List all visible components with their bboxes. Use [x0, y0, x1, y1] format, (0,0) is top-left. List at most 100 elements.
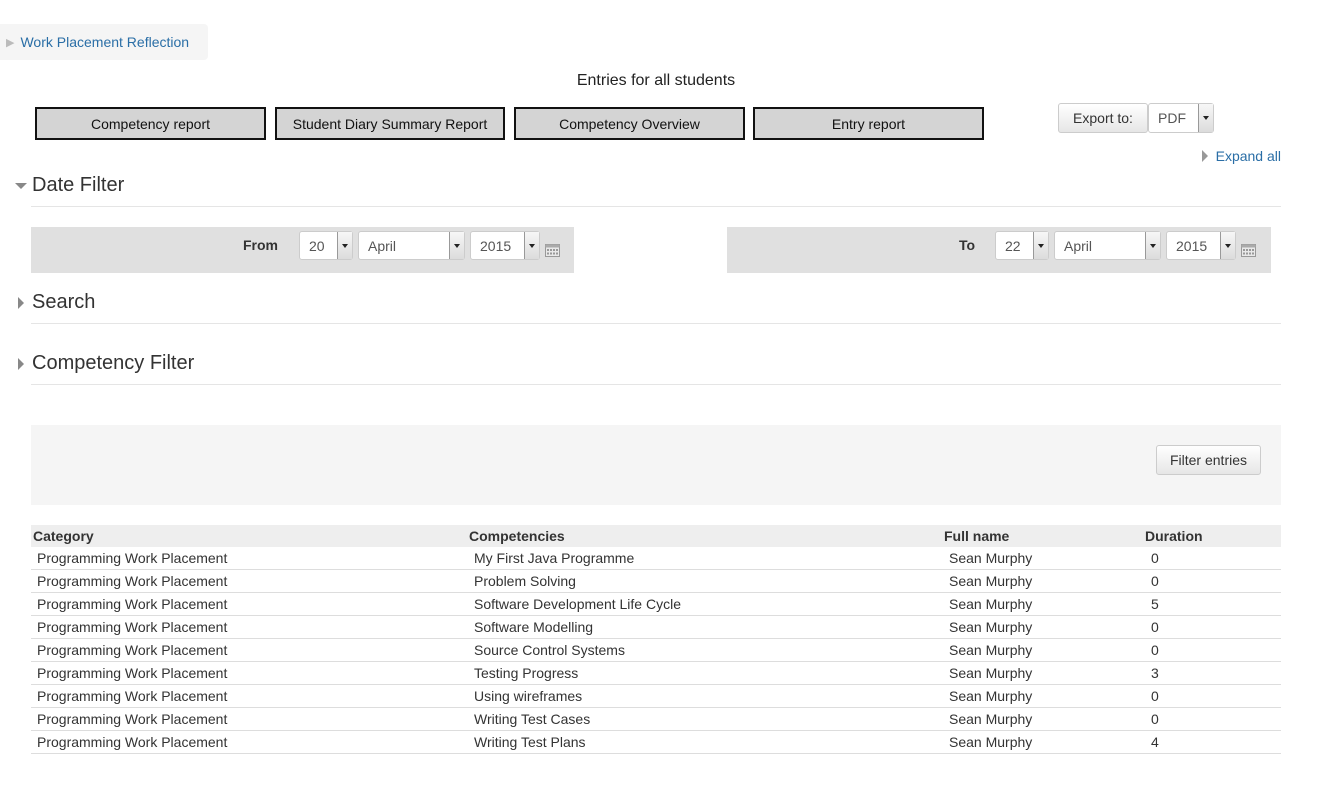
column-header-duration: Duration: [1145, 528, 1203, 544]
cell-full-name: Sean Murphy: [949, 734, 1033, 750]
cell-competency: My First Java Programme: [474, 550, 635, 566]
export-format-value: PDF: [1158, 110, 1186, 126]
cell-duration: 0: [1151, 688, 1159, 704]
cell-category: Programming Work Placement: [37, 711, 228, 727]
date-to-label: To: [959, 237, 976, 253]
column-header-category: Category: [33, 528, 94, 544]
table-row: Programming Work Placement Writing Test P…: [31, 731, 1281, 754]
cell-duration: 3: [1151, 665, 1159, 681]
cell-full-name: Sean Murphy: [949, 550, 1033, 566]
table-header: Category Competencies Full name Duration: [31, 525, 1281, 547]
table-row: Programming Work Placement Writing Test C…: [31, 708, 1281, 731]
from-day-value: 20: [309, 237, 325, 254]
cell-category: Programming Work Placement: [37, 642, 228, 658]
collapse-arrow-icon: [15, 182, 27, 189]
chevron-down-icon: [1033, 232, 1048, 259]
export-button[interactable]: Export to:: [1058, 103, 1148, 133]
cell-category: Programming Work Placement: [37, 573, 228, 589]
export-format-select[interactable]: PDF: [1148, 103, 1214, 133]
cell-full-name: Sean Murphy: [949, 596, 1033, 612]
cell-competency: Problem Solving: [474, 573, 576, 589]
to-year-value: 2015: [1176, 237, 1208, 254]
chevron-down-icon: [337, 232, 352, 259]
chevron-down-icon: [1220, 232, 1235, 259]
student-diary-summary-report-button[interactable]: Student Diary Summary Report: [275, 107, 505, 140]
competency-report-button[interactable]: Competency report: [35, 107, 266, 140]
expand-arrow-icon: [18, 296, 24, 309]
cell-category: Programming Work Placement: [37, 596, 228, 612]
column-header-full-name: Full name: [944, 528, 1010, 544]
table-row: Programming Work Placement Testing Progre…: [31, 662, 1281, 685]
filter-actions-panel: [31, 425, 1281, 505]
cell-full-name: Sean Murphy: [949, 711, 1033, 727]
chevron-down-icon: [1145, 232, 1160, 259]
cell-duration: 4: [1151, 734, 1159, 750]
from-month-select[interactable]: April: [358, 231, 465, 260]
to-day-value: 22: [1005, 237, 1021, 254]
cell-duration: 5: [1151, 596, 1159, 612]
divider: [31, 323, 1281, 324]
table-row: Programming Work Placement Source Control…: [31, 639, 1281, 662]
cell-category: Programming Work Placement: [37, 619, 228, 635]
cell-competency: Software Modelling: [474, 619, 594, 635]
entries-table: Category Competencies Full name Duration…: [31, 525, 1281, 754]
cell-duration: 0: [1151, 619, 1159, 635]
calendar-icon[interactable]: [545, 243, 560, 257]
cell-full-name: Sean Murphy: [949, 665, 1033, 681]
table-row: Programming Work Placement Software Model…: [31, 616, 1281, 639]
search-toggle[interactable]: Search: [15, 291, 95, 314]
from-day-select[interactable]: 20: [299, 231, 353, 260]
table-row: Programming Work Placement Problem Solvin…: [31, 570, 1281, 593]
cell-category: Programming Work Placement: [37, 688, 228, 704]
page-title: Entries for all students: [576, 72, 736, 89]
cell-duration: 0: [1151, 642, 1159, 658]
calendar-icon[interactable]: [1241, 243, 1256, 257]
column-header-competencies: Competencies: [469, 528, 565, 544]
cell-competency: Testing Progress: [474, 665, 579, 681]
table-row: Programming Work Placement My First Java …: [31, 547, 1281, 570]
to-year-select[interactable]: 2015: [1166, 231, 1236, 260]
chevron-down-icon: [524, 232, 539, 259]
table-row: Programming Work Placement Using wirefram…: [31, 685, 1281, 708]
divider: [31, 206, 1281, 207]
cell-duration: 0: [1151, 573, 1159, 589]
cell-competency: Writing Test Plans: [474, 734, 586, 750]
cell-full-name: Sean Murphy: [949, 573, 1033, 589]
competency-filter-legend: Competency Filter: [32, 352, 195, 374]
cell-category: Programming Work Placement: [37, 734, 228, 750]
cell-competency: Writing Test Cases: [474, 711, 591, 727]
cell-competency: Software Development Life Cycle: [474, 596, 681, 612]
date-filter-toggle[interactable]: Date Filter: [15, 174, 124, 197]
cell-competency: Using wireframes: [474, 688, 583, 704]
from-month-value: April: [368, 237, 397, 254]
divider: [31, 384, 1281, 385]
filter-entries-button[interactable]: Filter entries: [1156, 445, 1261, 475]
entry-report-button[interactable]: Entry report: [753, 107, 984, 140]
breadcrumb-arrow-icon: ▶: [6, 36, 15, 49]
expand-arrow-icon: [18, 357, 24, 370]
cell-category: Programming Work Placement: [37, 550, 228, 566]
competency-filter-toggle[interactable]: Competency Filter: [15, 352, 194, 375]
cell-full-name: Sean Murphy: [949, 642, 1033, 658]
date-filter-legend: Date Filter: [32, 174, 125, 196]
cell-duration: 0: [1151, 711, 1159, 727]
to-day-select[interactable]: 22: [995, 231, 1049, 260]
cell-category: Programming Work Placement: [37, 665, 228, 681]
chevron-down-icon: [1198, 104, 1213, 132]
table-body: Programming Work Placement My First Java …: [31, 547, 1281, 754]
to-month-select[interactable]: April: [1054, 231, 1161, 260]
expand-all-link[interactable]: Expand all: [1216, 148, 1281, 164]
expand-all-control[interactable]: Expand all: [1201, 148, 1281, 164]
from-year-select[interactable]: 2015: [470, 231, 540, 260]
search-legend: Search: [32, 291, 96, 313]
table-row: Programming Work Placement Software Devel…: [31, 593, 1281, 616]
from-year-value: 2015: [480, 237, 512, 254]
breadcrumb: ▶ Work Placement Reflection: [0, 24, 208, 60]
chevron-down-icon: [449, 232, 464, 259]
cell-full-name: Sean Murphy: [949, 619, 1033, 635]
cell-full-name: Sean Murphy: [949, 688, 1033, 704]
breadcrumb-link[interactable]: Work Placement Reflection: [20, 34, 189, 50]
to-month-value: April: [1064, 237, 1093, 254]
cell-duration: 0: [1151, 550, 1159, 566]
competency-overview-button[interactable]: Competency Overview: [514, 107, 745, 140]
